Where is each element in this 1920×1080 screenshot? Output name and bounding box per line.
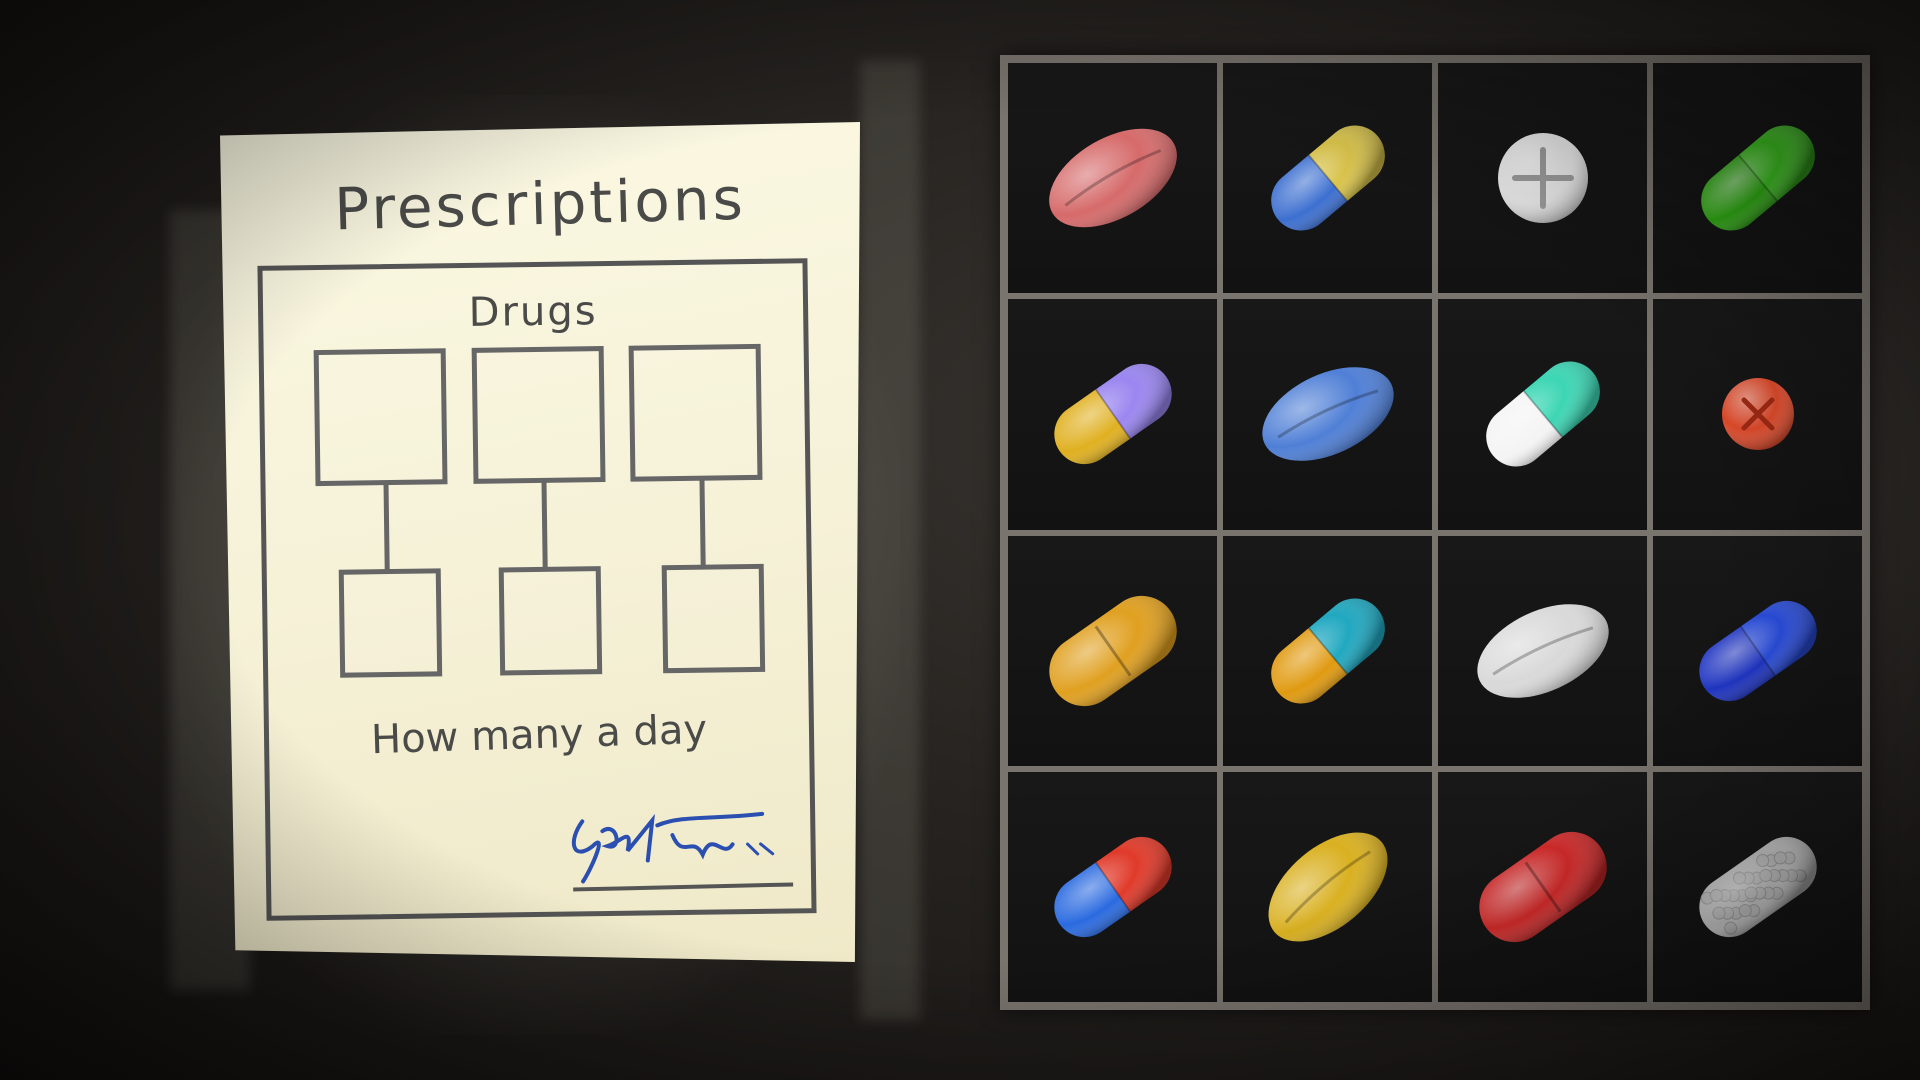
dose-slot-1[interactable] (338, 568, 443, 678)
slot-connector-2 (541, 481, 548, 568)
dosage-label: How many a day (370, 706, 708, 764)
dose-slot-2[interactable] (498, 566, 603, 676)
red-x-tablet-icon (1721, 378, 1794, 451)
slot-connector-3 (699, 479, 706, 566)
white-speckled-capsule-icon (1698, 836, 1817, 937)
pill-cell-15[interactable] (1435, 768, 1650, 1005)
white-cross-tablet-icon (1497, 133, 1588, 224)
white-oval-tablet-icon (1476, 603, 1609, 698)
pill-cell-16[interactable] (1650, 768, 1865, 1005)
drug-slot-2[interactable] (471, 346, 606, 484)
prescription-paper[interactable]: Prescriptions Drugs How many a day (220, 122, 860, 962)
prescription-title: Prescriptions (333, 164, 747, 244)
pill-cell-10[interactable] (1220, 532, 1435, 769)
pill-cell-13[interactable] (1005, 768, 1220, 1005)
pill-cell-14[interactable] (1220, 768, 1435, 1005)
dose-slot-3[interactable] (661, 563, 766, 674)
pill-grid (1000, 55, 1870, 1010)
yellow-blue-capsule-icon (1270, 125, 1385, 231)
blue-oval-tablet-icon (1261, 367, 1394, 462)
pill-cell-5[interactable] (1005, 296, 1220, 533)
yellow-oval-tablet-icon (1268, 832, 1387, 942)
pill-cell-3[interactable] (1435, 60, 1650, 297)
drug-slot-3[interactable] (628, 343, 763, 482)
red-caplet-icon (1478, 831, 1607, 942)
teal-white-capsule-icon (1485, 361, 1600, 467)
pill-cell-9[interactable] (1005, 532, 1220, 769)
pill-cell-12[interactable] (1650, 532, 1865, 769)
red-blue-capsule-icon (1053, 836, 1172, 937)
paper-shadow-right (860, 60, 920, 1020)
green-capsule-icon (1700, 125, 1815, 231)
teal-orange-capsule-icon (1270, 598, 1385, 704)
drugs-section: Drugs How many a day (257, 258, 817, 921)
pill-cell-11[interactable] (1435, 532, 1650, 769)
pill-cell-2[interactable] (1220, 60, 1435, 297)
drug-slot-1[interactable] (313, 348, 448, 487)
pill-cell-4[interactable] (1650, 60, 1865, 297)
orange-caplet-icon (1048, 595, 1177, 706)
drugs-label: Drugs (468, 288, 598, 336)
purple-yellow-capsule-icon (1053, 364, 1172, 465)
pill-cell-6[interactable] (1220, 296, 1435, 533)
blue-capsule-icon (1698, 600, 1817, 701)
slot-connector-1 (383, 484, 390, 571)
pill-cell-8[interactable] (1650, 296, 1865, 533)
pill-cell-7[interactable] (1435, 296, 1650, 533)
pink-oval-tablet-icon (1048, 128, 1177, 228)
doctor-signature (571, 811, 794, 892)
pill-cell-1[interactable] (1005, 60, 1220, 297)
